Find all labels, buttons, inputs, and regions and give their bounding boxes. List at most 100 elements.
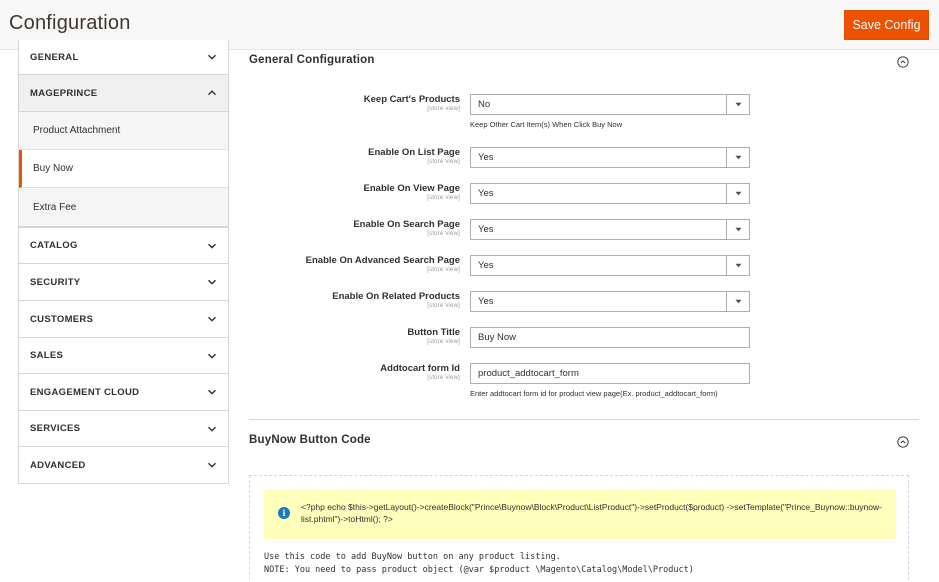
sidebar-section-header[interactable]: ADVANCED: [19, 447, 228, 483]
sidebar-section-header[interactable]: SERVICES: [19, 411, 228, 446]
field-label: Enable On Related Products: [332, 291, 460, 302]
field-value: Yes: [478, 188, 494, 199]
enable-on-advanced-search-page-select[interactable]: Yes: [470, 255, 750, 276]
field-label: Enable On Advanced Search Page: [305, 255, 460, 266]
collapse-icon[interactable]: [897, 436, 909, 448]
buynow-code-box: i <?php echo $this->getLayout()->createB…: [249, 475, 909, 582]
sidebar-item-product-attachment[interactable]: Product Attachment: [19, 112, 228, 150]
enable-on-view-page-select[interactable]: Yes: [470, 183, 750, 204]
chevron-down-icon: [207, 387, 217, 397]
sidebar-section-header[interactable]: SECURITY: [19, 264, 228, 300]
dropdown-arrow-icon[interactable]: [726, 256, 749, 275]
field-value: Yes: [478, 152, 494, 163]
save-config-button[interactable]: Save Config: [844, 10, 929, 40]
field-scope: [store view]: [427, 303, 460, 309]
config-main: General Configuration Keep Cart's Produc…: [249, 50, 919, 582]
field-value: Buy Now: [478, 332, 517, 343]
field-value: Yes: [478, 224, 494, 235]
sidebar-section-label: ENGAGEMENT CLOUD: [30, 386, 140, 398]
sidebar-section-label: ADVANCED: [30, 459, 86, 471]
sidebar-section-header[interactable]: GENERAL: [19, 40, 228, 74]
enable-on-search-page-select[interactable]: Yes: [470, 219, 750, 240]
field-scope: [store view]: [427, 195, 460, 201]
dropdown-arrow-icon[interactable]: [726, 95, 749, 114]
field-label: Keep Cart's Products: [363, 94, 460, 105]
chevron-down-icon: [207, 277, 217, 287]
sidebar-section-label: SECURITY: [30, 276, 81, 288]
field-scope: [store view]: [427, 106, 460, 112]
field-value: Yes: [478, 296, 494, 307]
field-label: Enable On Search Page: [353, 219, 460, 230]
enable-on-related-products-select[interactable]: Yes: [470, 291, 750, 312]
chevron-down-icon: [207, 351, 217, 361]
sidebar-section-label: SERVICES: [30, 423, 81, 434]
button-title-input[interactable]: Buy Now: [470, 327, 750, 348]
field-value: product_addtocart_form: [478, 368, 579, 379]
usage-line: Use this code to add BuyNow button on an…: [264, 552, 561, 562]
keep-cart-s-products-select[interactable]: No: [470, 94, 750, 115]
sidebar-section-label: CATALOG: [30, 240, 78, 251]
sidebar-item-extra-fee[interactable]: Extra Fee: [19, 188, 228, 227]
field-scope: [store view]: [427, 339, 460, 345]
sidebar-section-services[interactable]: SERVICES: [18, 411, 229, 447]
field-label-wrap: Enable On Related Products [store view]: [240, 291, 460, 310]
section-title: BuyNow Button Code: [249, 434, 371, 446]
sidebar-section-mageprince: MAGEPRINCE Product Attachment Buy Now Ex…: [18, 75, 229, 228]
sidebar-item-buy-now[interactable]: Buy Now: [19, 150, 228, 188]
field-value: No: [478, 99, 491, 110]
config-sidebar: GENERAL MAGEPRINCE Product Attachment Bu…: [18, 40, 229, 484]
addtocart-form-id-input[interactable]: product_addtocart_form: [470, 363, 750, 384]
sidebar-section-label: MAGEPRINCE: [30, 87, 98, 99]
sidebar-section-header[interactable]: MAGEPRINCE: [19, 75, 228, 112]
sidebar-section-security[interactable]: SECURITY: [18, 264, 229, 301]
info-icon: i: [278, 507, 290, 519]
field-scope: [store view]: [427, 159, 460, 165]
dropdown-arrow-icon[interactable]: [726, 220, 749, 239]
field-label-wrap: Button Title [store view]: [240, 327, 460, 346]
field-label-wrap: Addtocart form Id [store view]: [240, 363, 460, 382]
page-title: Configuration: [9, 12, 131, 34]
field-scope: [store view]: [427, 267, 460, 273]
field-label-wrap: Keep Cart's Products [store view]: [240, 94, 460, 113]
chevron-down-icon: [207, 460, 217, 470]
collapse-icon[interactable]: [897, 56, 909, 68]
sidebar-section-label: SALES: [30, 350, 64, 361]
dropdown-arrow-icon[interactable]: [726, 148, 749, 167]
dropdown-arrow-icon[interactable]: [726, 184, 749, 203]
field-value: Yes: [478, 260, 494, 271]
sidebar-section-header[interactable]: CUSTOMERS: [19, 301, 228, 337]
field-label: Button Title: [407, 327, 460, 338]
sidebar-section-sales[interactable]: SALES: [18, 338, 229, 374]
field-scope: [store view]: [427, 231, 460, 237]
field-note: Enter addtocart form id for product view…: [470, 389, 718, 398]
sidebar-section-advanced[interactable]: ADVANCED: [18, 447, 229, 484]
sidebar-section-customers[interactable]: CUSTOMERS: [18, 301, 229, 338]
buynow-code-header[interactable]: BuyNow Button Code: [249, 430, 919, 452]
chevron-up-icon: [207, 88, 217, 98]
code-snippet: <?php echo $this->getLayout()->createBlo…: [301, 502, 882, 524]
field-label: Enable On List Page: [368, 147, 460, 158]
section-title: General Configuration: [249, 54, 375, 66]
sidebar-section-label: GENERAL: [30, 51, 79, 63]
sidebar-section-general[interactable]: GENERAL: [18, 40, 229, 75]
field-label: Enable On View Page: [363, 183, 460, 194]
code-usage-text: Use this code to add BuyNow button on an…: [264, 551, 694, 576]
field-label-wrap: Enable On View Page [store view]: [240, 183, 460, 202]
general-config-header[interactable]: General Configuration: [249, 50, 919, 72]
sidebar-section-engagement-cloud[interactable]: ENGAGEMENT CLOUD: [18, 374, 229, 411]
chevron-down-icon: [207, 314, 217, 324]
sidebar-section-header[interactable]: CATALOG: [19, 228, 228, 263]
sidebar-submenu: Product Attachment Buy Now Extra Fee: [19, 112, 228, 228]
code-notice: i <?php echo $this->getLayout()->createB…: [264, 490, 896, 539]
sidebar-section-header[interactable]: ENGAGEMENT CLOUD: [19, 374, 228, 410]
chevron-down-icon: [207, 241, 217, 251]
field-label-wrap: Enable On Advanced Search Page [store vie…: [240, 255, 460, 274]
section-divider: [249, 419, 919, 420]
sidebar-section-header[interactable]: SALES: [19, 338, 228, 373]
sidebar-section-catalog[interactable]: CATALOG: [18, 228, 229, 264]
enable-on-list-page-select[interactable]: Yes: [470, 147, 750, 168]
field-label-wrap: Enable On List Page [store view]: [240, 147, 460, 166]
chevron-down-icon: [207, 52, 217, 62]
field-label-wrap: Enable On Search Page [store view]: [240, 219, 460, 238]
dropdown-arrow-icon[interactable]: [726, 292, 749, 311]
